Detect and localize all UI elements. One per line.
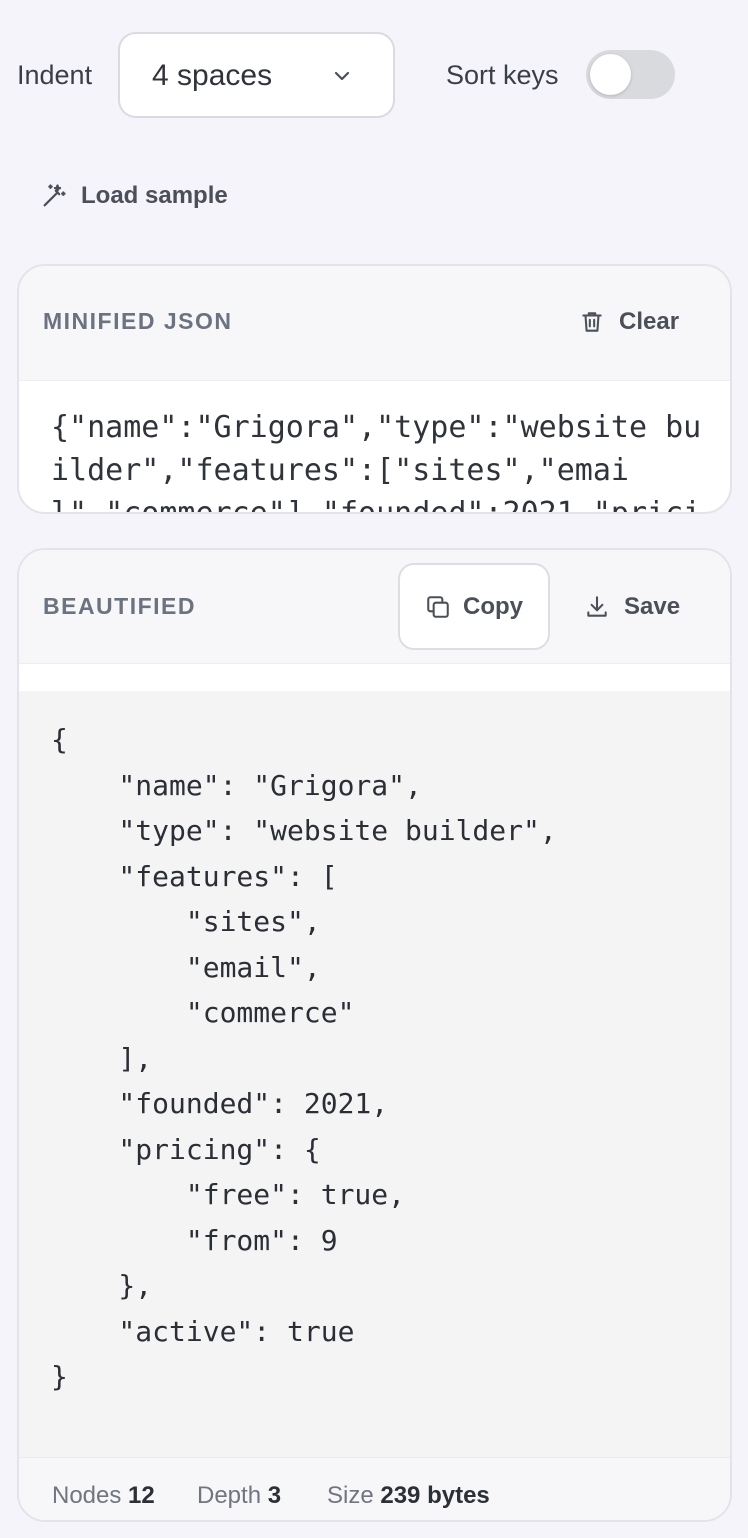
beautified-panel-title: BEAUTIFIED [43, 593, 196, 619]
load-sample-button[interactable]: Load sample [40, 176, 228, 216]
stat-size-label: Size [327, 1482, 374, 1509]
indent-select-value: 4 spaces [152, 59, 273, 92]
beautified-panel: BEAUTIFIED Copy Save { "name": "Grigora"… [17, 548, 732, 1522]
stat-depth: Depth 3 [197, 1482, 281, 1510]
stats-bar: Nodes 12 Depth 3 Size 239 bytes [19, 1457, 730, 1520]
copy-icon [427, 595, 449, 618]
copy-button-label: Copy [463, 592, 523, 620]
minified-json-input[interactable]: {"name":"Grigora","type":"website builde… [51, 406, 711, 512]
toggle-knob [590, 54, 631, 95]
sort-keys-toggle[interactable] [586, 50, 675, 99]
stat-nodes: Nodes 12 [52, 1482, 155, 1510]
beautified-panel-header: BEAUTIFIED Copy Save [19, 550, 730, 664]
clear-button-label: Clear [619, 308, 680, 335]
copy-button[interactable]: Copy [398, 563, 550, 650]
chevron-down-icon [334, 71, 350, 81]
beautified-output[interactable]: { "name": "Grigora", "type": "website bu… [19, 691, 730, 1457]
stat-nodes-label: Nodes [52, 1482, 122, 1509]
toolbar: Indent 4 spaces Sort keys [0, 0, 748, 150]
save-button-label: Save [624, 593, 681, 620]
sort-keys-label: Sort keys [446, 60, 559, 90]
download-icon [587, 596, 607, 617]
indent-select[interactable]: 4 spaces [118, 32, 395, 118]
stat-nodes-value: 12 [128, 1482, 155, 1509]
stat-depth-label: Depth [197, 1482, 262, 1509]
minified-json-panel: MINIFIED JSON Clear {"name":"Grigora","t… [17, 264, 732, 514]
stat-size: Size 239 bytes [327, 1482, 490, 1510]
indent-label: Indent [17, 60, 93, 90]
minified-panel-title: MINIFIED JSON [43, 308, 233, 334]
beautified-code: { "name": "Grigora", "type": "website bu… [51, 723, 557, 1393]
load-sample-label: Load sample [81, 182, 228, 209]
trash-icon [582, 312, 602, 332]
minified-panel-header: MINIFIED JSON Clear [19, 266, 730, 381]
stat-depth-value: 3 [267, 1482, 282, 1509]
save-button[interactable]: Save [584, 593, 680, 621]
magic-wand-icon [43, 184, 66, 207]
stat-size-value: 239 bytes [380, 1482, 490, 1509]
clear-button[interactable]: Clear [579, 308, 679, 336]
